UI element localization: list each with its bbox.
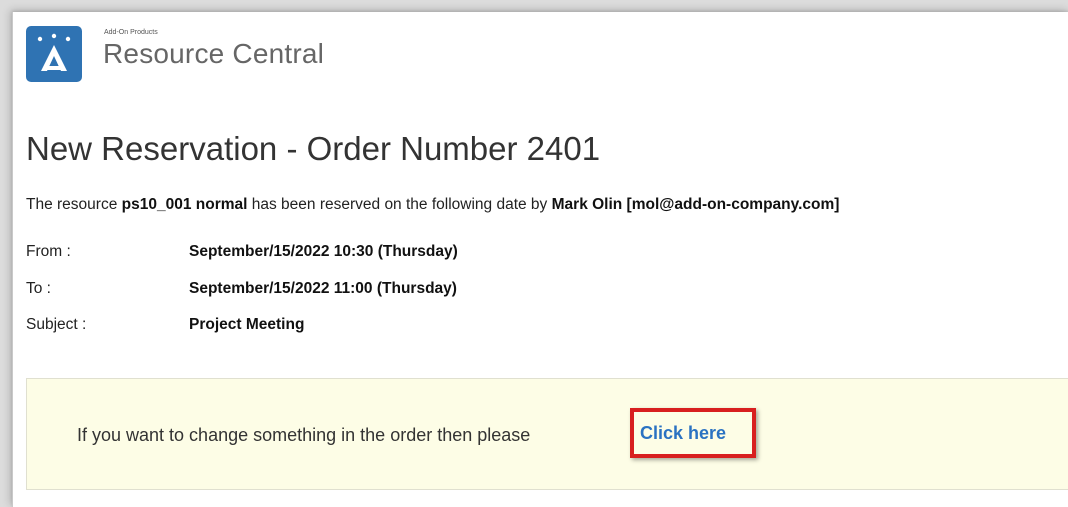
sentence-middle: has been reserved on the following date … xyxy=(247,196,552,213)
resource-central-logo xyxy=(26,26,82,82)
detail-label: From : xyxy=(26,243,71,260)
change-order-banner: If you want to change something in the o… xyxy=(26,378,1068,490)
detail-value: Project Meeting xyxy=(189,316,305,333)
detail-value: September/15/2022 10:30 (Thursday) xyxy=(189,243,458,260)
page-title: New Reservation - Order Number 2401 xyxy=(26,130,601,167)
brand-title: Resource Central xyxy=(103,38,325,69)
resource-name: ps10_001 normal xyxy=(121,196,248,213)
reservation-sentence: The resource ps10_001 normal has been re… xyxy=(26,196,839,214)
detail-value: September/15/2022 11:00 (Thursday) xyxy=(189,280,457,297)
detail-label: Subject : xyxy=(26,316,87,333)
sentence-prefix: The resource xyxy=(26,196,122,213)
brand-small-text: Add-On Products xyxy=(104,29,158,36)
reserved-by: Mark Olin [mol@add-on-company.com] xyxy=(551,196,840,213)
change-order-prompt: If you want to change something in the o… xyxy=(77,425,531,445)
logo-a-icon xyxy=(37,33,71,71)
click-here-link[interactable]: Click here xyxy=(640,423,726,444)
detail-label: To : xyxy=(26,280,51,297)
